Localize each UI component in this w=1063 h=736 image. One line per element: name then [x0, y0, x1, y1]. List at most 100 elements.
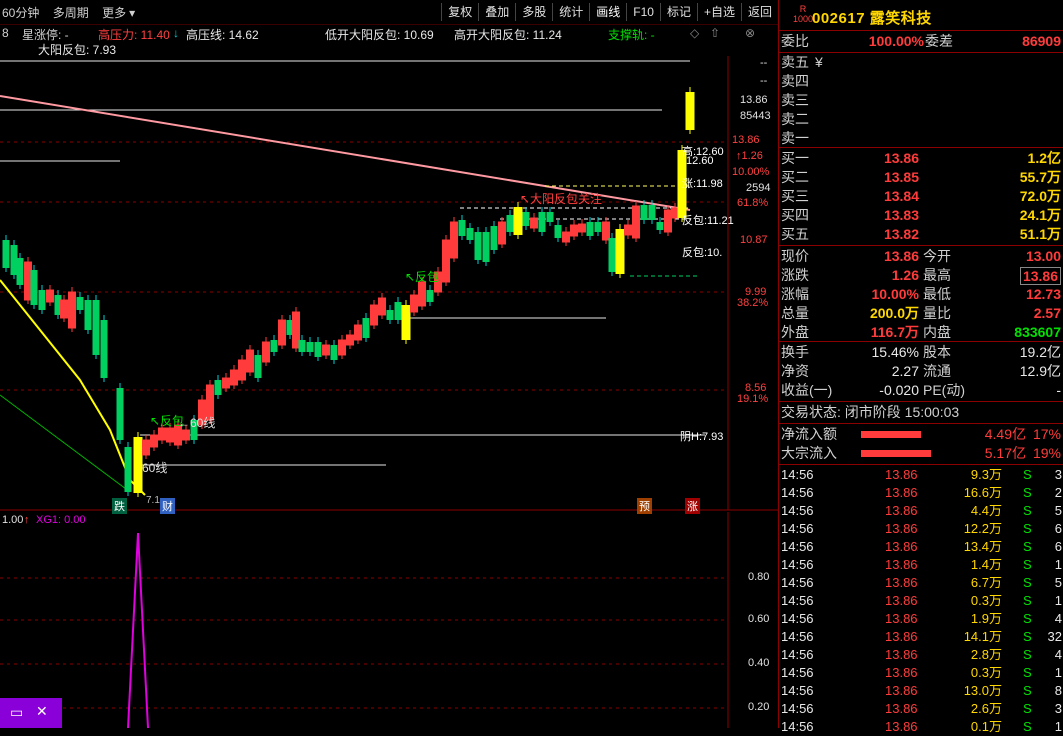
tick-row: 14:56 13.86 0.3万 S 1 [779, 664, 1063, 682]
candle-body [246, 349, 254, 373]
price-axis-tick: 13.86 [732, 134, 760, 146]
buy-price: 13.85 [883, 169, 919, 185]
price-axis-tick: 61.8% [737, 197, 769, 209]
kline-chart[interactable] [0, 0, 778, 728]
tick-price: 13.86 [885, 485, 918, 500]
tick-count: 8 [1054, 683, 1062, 698]
buy-price: 13.84 [883, 188, 919, 204]
tick-volume: 12.2万 [963, 521, 1002, 536]
price-axis-tick: 2594 [746, 182, 771, 194]
close-icon[interactable]: ✕ [36, 703, 48, 720]
tick-time: 14:56 [781, 575, 814, 590]
tick-row: 14:56 13.86 1.9万 S 4 [779, 610, 1063, 628]
candle-body [586, 222, 594, 236]
tick-price: 13.86 [885, 539, 918, 554]
indicator-name: XG1: 0.00 [36, 514, 86, 526]
tick-volume: 13.0万 [963, 683, 1002, 698]
candle-body [60, 299, 68, 319]
sell-label: 卖四 [781, 73, 809, 89]
tick-row: 14:56 13.86 13.4万 S 6 [779, 538, 1063, 556]
candle-body [450, 221, 458, 259]
tick-row: 14:56 13.86 16.6万 S 2 [779, 484, 1063, 502]
tick-price: 13.86 [885, 521, 918, 536]
tick-time: 14:56 [781, 665, 814, 680]
candle-body [2, 240, 10, 268]
buy-volume: 72.0万 [1019, 188, 1061, 204]
candle-body [474, 232, 482, 260]
tick-side: S [1023, 719, 1032, 734]
tick-count: 5 [1054, 575, 1062, 590]
divider [779, 147, 1063, 148]
price-axis-tick: 38.2% [737, 297, 769, 309]
candle-body [238, 359, 246, 381]
candle-body [214, 380, 222, 395]
stock-title: 002617 露笑科技 [812, 10, 932, 27]
stat-row: 外盘 116.7万 内盘 833607 [779, 323, 1063, 342]
flow-value: 5.17亿 [984, 445, 1026, 461]
grid-lines [0, 141, 728, 709]
fundamental-row: 换手 15.46% 股本 19.2亿 [779, 343, 1063, 362]
flow-label: 净流入额 [781, 426, 837, 442]
buy-label: 买一 [781, 150, 809, 166]
divider [779, 423, 1063, 424]
buy-label: 买四 [781, 207, 809, 223]
buy-volume: 1.2亿 [1027, 150, 1061, 166]
stat-value: 13.86 [883, 248, 919, 264]
tick-row: 14:56 13.86 1.4万 S 1 [779, 556, 1063, 574]
stat-label: 外盘 [781, 324, 809, 340]
tick-count: 1 [1054, 593, 1062, 608]
sell-row: 卖三 [779, 91, 1063, 110]
tick-count: 6 [1054, 539, 1062, 554]
tick-row: 14:56 13.86 0.1万 S 1 [779, 718, 1063, 736]
tick-count: 1 [1054, 665, 1062, 680]
candle-body [158, 427, 166, 441]
buy-row: 买三 13.84 72.0万 [779, 187, 1063, 206]
fundamental-label: 收益(一) [781, 382, 833, 398]
close-panel-button[interactable]: ▭ ✕ [0, 698, 62, 728]
tick-row: 14:56 13.86 12.2万 S 6 [779, 520, 1063, 538]
candle-body [24, 261, 32, 301]
candle-body [602, 221, 610, 241]
buy-label: 买五 [781, 226, 809, 242]
candle-body [378, 297, 386, 316]
sell-label: 卖三 [781, 92, 809, 108]
weibi-row: 委比 100.00% 委差 86909 [779, 32, 1063, 51]
candle-body [386, 310, 394, 320]
candle-body [578, 223, 586, 233]
buy-row: 买四 13.83 24.1万 [779, 206, 1063, 225]
indicator-max: 1.00 [2, 514, 24, 526]
stat-label: 现价 [781, 248, 809, 264]
price-axis-tick: 10.87 [740, 234, 768, 246]
tick-count: 4 [1054, 647, 1062, 662]
tick-volume: 9.3万 [970, 467, 1002, 482]
candle-body [648, 205, 656, 220]
candle-body [685, 92, 695, 130]
buy-row: 买一 13.86 1.2亿 [779, 149, 1063, 168]
candle-body [632, 205, 640, 239]
weicha-label: 委差 [925, 33, 953, 49]
support-lines [0, 60, 705, 466]
candle-body [306, 342, 314, 352]
price-axis-tick: 19.1% [737, 393, 769, 405]
tick-count: 3 [1054, 701, 1062, 716]
tick-side: S [1023, 629, 1032, 644]
tick-time: 14:56 [781, 467, 814, 482]
tick-volume: 2.6万 [970, 701, 1002, 716]
weibi-label: 委比 [781, 33, 809, 49]
candle-body [482, 232, 490, 262]
candle-body [615, 229, 625, 274]
tick-row: 14:56 13.86 9.3万 S 3 [779, 466, 1063, 484]
fundamental-value: 2.27 [891, 363, 919, 379]
tick-count: 4 [1054, 611, 1062, 626]
quote-header: R 1000 002617 露笑科技 [779, 0, 1063, 31]
stat-row: 现价 13.86 今开 13.00 [779, 247, 1063, 266]
buy-label: 买三 [781, 188, 809, 204]
minimize-icon[interactable]: ▭ [10, 704, 23, 721]
indicator-group [127, 532, 149, 728]
stat-value: 116.7万 [870, 324, 919, 340]
candle-body [222, 377, 230, 389]
divider [779, 464, 1063, 465]
candle-body [278, 319, 286, 346]
candle-body [466, 228, 474, 240]
quote-panel: R 1000 002617 露笑科技 委比 100.00% 委差 86909 卖五… [778, 0, 1063, 734]
